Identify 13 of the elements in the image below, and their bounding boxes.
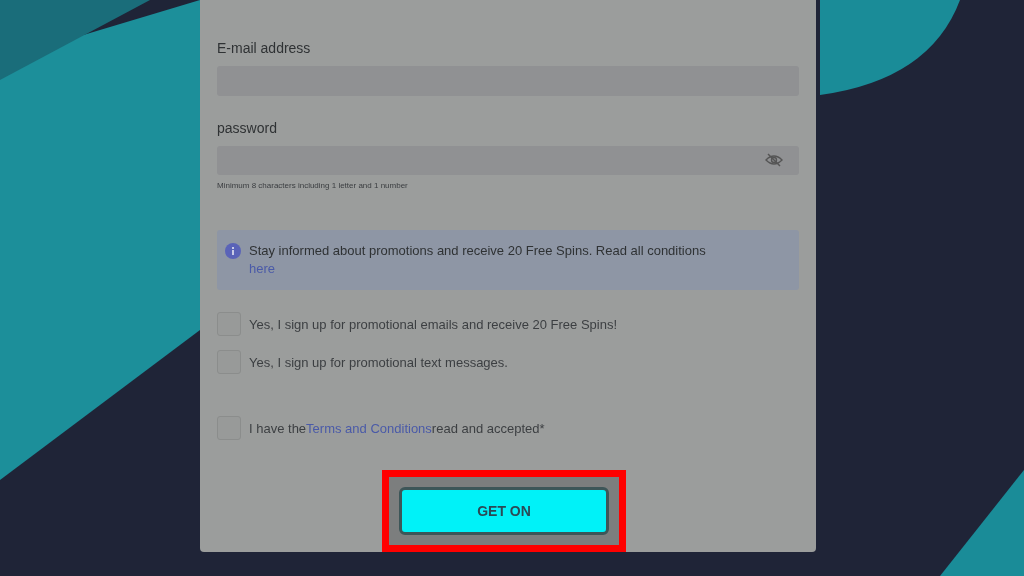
- checkbox-label: Yes, I sign up for promotional text messages.: [249, 354, 508, 370]
- info-icon: [225, 243, 241, 259]
- password-field[interactable]: [217, 145, 799, 175]
- get-on-button[interactable]: GET ON: [399, 487, 609, 535]
- checkbox-label: Yes, I sign up for promotional emails and receive 20 Free Spins!: [249, 316, 618, 332]
- terms-label: I have theTerms and Conditionsread and accepted*: [249, 420, 545, 436]
- field-label: password: [217, 119, 278, 136]
- terms-link[interactable]: Terms and Conditions: [306, 420, 432, 436]
- hidden-eye-icon[interactable]: [765, 153, 783, 168]
- field-label: E-mail address: [217, 40, 312, 56]
- password-hint: Minimum 8 characters including 1 letter and 1 number: [217, 181, 409, 190]
- here-link[interactable]: here: [249, 261, 276, 276]
- info-text: Stay informed about promotions and receive 20 Free Spins. Read all conditions here: [249, 242, 706, 278]
